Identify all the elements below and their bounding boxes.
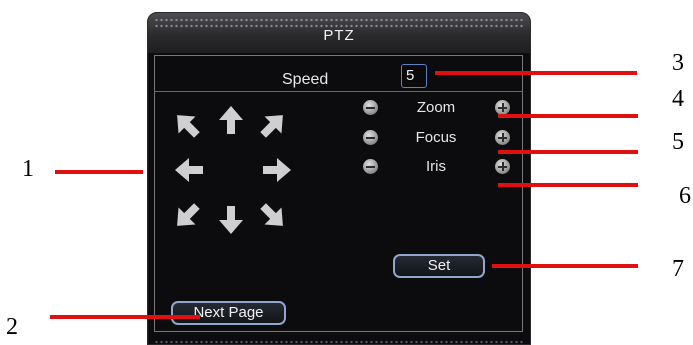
pan-up-left-button[interactable] — [170, 108, 204, 142]
callout-line-7 — [492, 264, 638, 268]
iris-minus-button[interactable] — [363, 159, 378, 174]
next-page-button[interactable]: Next Page — [171, 301, 286, 325]
callout-line-5 — [498, 150, 638, 154]
focus-minus-button[interactable] — [363, 130, 378, 145]
arrow-up-left-icon — [177, 115, 200, 138]
zoom-label: Zoom — [416, 99, 456, 116]
callout-line-6 — [498, 183, 638, 187]
arrow-down-right-icon — [260, 203, 283, 226]
title-bar-texture — [154, 18, 524, 22]
arrow-left-icon — [175, 158, 203, 182]
arrow-up-icon — [219, 106, 243, 134]
callout-number-6: 6 — [679, 183, 691, 209]
dialog-body — [154, 55, 523, 332]
arrow-right-icon — [263, 158, 291, 182]
speed-input[interactable]: 5 — [401, 64, 427, 88]
dialog-title: PTZ — [323, 27, 355, 44]
callout-number-3: 3 — [672, 50, 684, 76]
pan-down-right-button[interactable] — [256, 199, 290, 233]
pan-left-button[interactable] — [172, 153, 206, 187]
callout-number-5: 5 — [672, 129, 684, 155]
callout-number-4: 4 — [672, 86, 684, 112]
iris-plus-button[interactable] — [495, 159, 510, 174]
pan-down-button[interactable] — [214, 203, 248, 237]
arrow-down-left-icon — [177, 203, 200, 226]
pan-down-left-button[interactable] — [170, 199, 204, 233]
callout-number-2: 2 — [6, 314, 18, 340]
arrow-up-right-icon — [260, 115, 283, 138]
pan-up-right-button[interactable] — [256, 108, 290, 142]
arrow-down-icon — [219, 206, 243, 234]
callout-number-1: 1 — [22, 156, 34, 182]
zoom-plus-button[interactable] — [495, 100, 510, 115]
pan-right-button[interactable] — [260, 153, 294, 187]
callout-line-4 — [498, 114, 638, 118]
pan-up-button[interactable] — [214, 103, 248, 137]
ptz-dialog: PTZ Speed 5 Zoom Focus Iris Set Next Pag… — [147, 12, 531, 345]
callout-line-1 — [55, 170, 143, 174]
callout-number-7: 7 — [672, 256, 684, 282]
focus-label: Focus — [415, 129, 457, 146]
iris-label: Iris — [426, 158, 446, 175]
bottom-texture — [154, 340, 524, 344]
zoom-minus-button[interactable] — [363, 100, 378, 115]
set-button[interactable]: Set — [393, 254, 485, 278]
focus-plus-button[interactable] — [495, 130, 510, 145]
callout-line-2 — [50, 315, 200, 319]
callout-line-3 — [435, 71, 637, 75]
title-bar[interactable]: PTZ — [148, 13, 530, 53]
speed-label: Speed — [282, 71, 329, 88]
